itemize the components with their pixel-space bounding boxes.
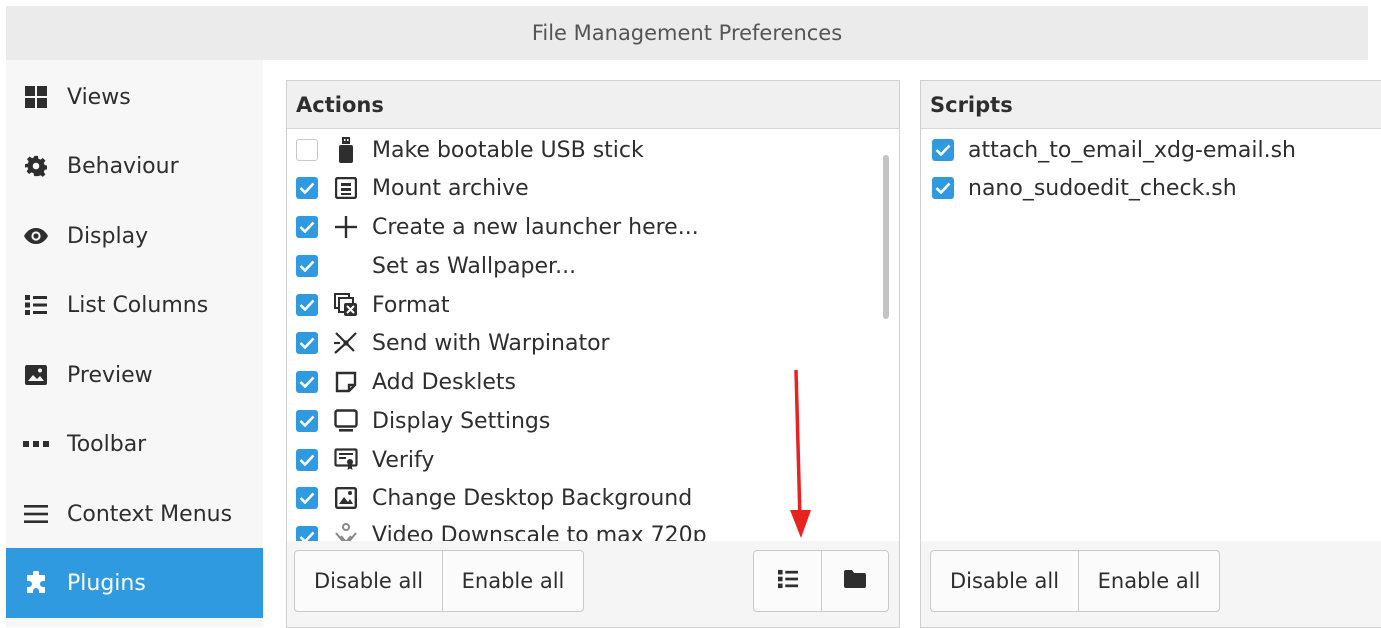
sidebar-item-label: Display — [67, 223, 149, 249]
scripts-toggle-group: Disable all Enable all — [930, 550, 1220, 612]
list-item[interactable]: Format — [287, 286, 883, 324]
desklet-icon — [333, 369, 359, 395]
list-item-label: Format — [372, 292, 450, 318]
list-item-label: Mount archive — [372, 175, 529, 201]
scripts-enable-all-button[interactable]: Enable all — [1078, 551, 1219, 611]
format-icon — [333, 292, 359, 318]
sidebar-item-label: Views — [67, 84, 131, 110]
list-item-label: Display Settings — [372, 408, 551, 434]
checkbox[interactable] — [296, 487, 318, 509]
certificate-icon — [333, 447, 359, 473]
actions-tools-group — [753, 550, 889, 612]
actions-disable-all-button[interactable]: Disable all — [295, 551, 442, 611]
list-icon — [777, 569, 798, 594]
checkbox[interactable] — [932, 177, 954, 199]
list-columns-icon — [23, 292, 49, 318]
eye-icon — [23, 223, 49, 249]
list-item-label: Change Desktop Background — [372, 485, 693, 511]
sidebar-item-views[interactable]: Views — [6, 62, 263, 132]
scripts-panel: Scripts attach_to_email_xdg-email.sh nan… — [920, 80, 1381, 628]
scripts-footer: Disable all Enable all — [921, 541, 1381, 627]
annotation-arrow — [790, 369, 811, 538]
list-item-label: attach_to_email_xdg-email.sh — [968, 137, 1296, 163]
actions-toggle-group: Disable all Enable all — [294, 550, 584, 612]
checkbox[interactable] — [296, 332, 318, 354]
checkbox[interactable] — [296, 255, 318, 277]
list-item[interactable]: nano_sudoedit_check.sh — [921, 169, 1361, 207]
actions-scrollbar[interactable] — [883, 155, 889, 319]
list-view-button[interactable] — [754, 551, 821, 611]
sidebar-item-toolbar[interactable]: Toolbar — [6, 409, 263, 479]
actions-header: Actions — [287, 81, 899, 129]
sidebar-item-label: Plugins — [67, 570, 146, 596]
folder-icon — [844, 569, 866, 593]
sidebar-item-label: Preview — [67, 362, 153, 388]
sidebar: Views Behaviour Display List Columns Pre… — [6, 60, 263, 627]
title-bar: File Management Preferences — [6, 6, 1368, 60]
list-item-label: Send with Warpinator — [372, 330, 610, 356]
plus-icon — [333, 214, 359, 240]
list-item-label: Set as Wallpaper... — [372, 253, 577, 279]
actions-header-label: Actions — [296, 92, 384, 117]
checkbox[interactable] — [296, 294, 318, 316]
window-title: File Management Preferences — [531, 21, 843, 45]
puzzle-icon — [23, 570, 49, 596]
list-item-label: Verify — [372, 447, 435, 473]
list-item-label: nano_sudoedit_check.sh — [968, 175, 1237, 201]
archive-icon — [333, 175, 359, 201]
actions-footer: Disable all Enable all — [287, 541, 899, 627]
warpinator-icon — [333, 330, 359, 356]
dots-icon — [23, 431, 49, 457]
sidebar-item-label: Toolbar — [67, 431, 147, 457]
checkbox[interactable] — [296, 216, 318, 238]
monitor-icon — [333, 408, 359, 434]
picture-icon — [333, 485, 359, 511]
sidebar-item-preview[interactable]: Preview — [6, 340, 263, 410]
scripts-header: Scripts — [921, 81, 1381, 129]
sidebar-item-label: Context Menus — [67, 501, 233, 527]
open-folder-button[interactable] — [821, 551, 888, 611]
sidebar-item-display[interactable]: Display — [6, 201, 263, 271]
image-icon — [23, 362, 49, 388]
sidebar-item-label: Behaviour — [67, 153, 179, 179]
scripts-header-label: Scripts — [930, 92, 1013, 117]
gear-icon — [23, 153, 49, 179]
list-item[interactable]: Send with Warpinator — [287, 324, 883, 362]
list-item[interactable]: attach_to_email_xdg-email.sh — [921, 131, 1361, 169]
checkbox[interactable] — [296, 371, 318, 393]
checkbox[interactable] — [296, 177, 318, 199]
list-item[interactable]: Set as Wallpaper... — [287, 247, 883, 285]
list-item[interactable]: Create a new launcher here... — [287, 208, 883, 246]
usb-stick-icon — [333, 137, 359, 163]
sidebar-item-context-menus[interactable]: Context Menus — [6, 479, 263, 549]
sidebar-item-behaviour[interactable]: Behaviour — [6, 131, 263, 201]
list-item-label: Create a new launcher here... — [372, 214, 699, 240]
list-item-label: Add Desklets — [372, 369, 516, 395]
actions-enable-all-button[interactable]: Enable all — [442, 551, 583, 611]
menu-icon — [23, 501, 49, 527]
list-item-label: Make bootable USB stick — [372, 137, 644, 163]
scripts-disable-all-button[interactable]: Disable all — [931, 551, 1078, 611]
checkbox[interactable] — [932, 139, 954, 161]
list-item[interactable]: Mount archive — [287, 169, 883, 207]
checkbox[interactable] — [296, 410, 318, 432]
list-item[interactable]: Make bootable USB stick — [287, 131, 883, 169]
sidebar-item-list-columns[interactable]: List Columns — [6, 270, 263, 340]
checkbox[interactable] — [296, 449, 318, 471]
grid-icon — [23, 84, 49, 110]
sidebar-item-plugins[interactable]: Plugins — [6, 548, 263, 618]
checkbox[interactable] — [296, 139, 318, 161]
sidebar-item-label: List Columns — [67, 292, 209, 318]
